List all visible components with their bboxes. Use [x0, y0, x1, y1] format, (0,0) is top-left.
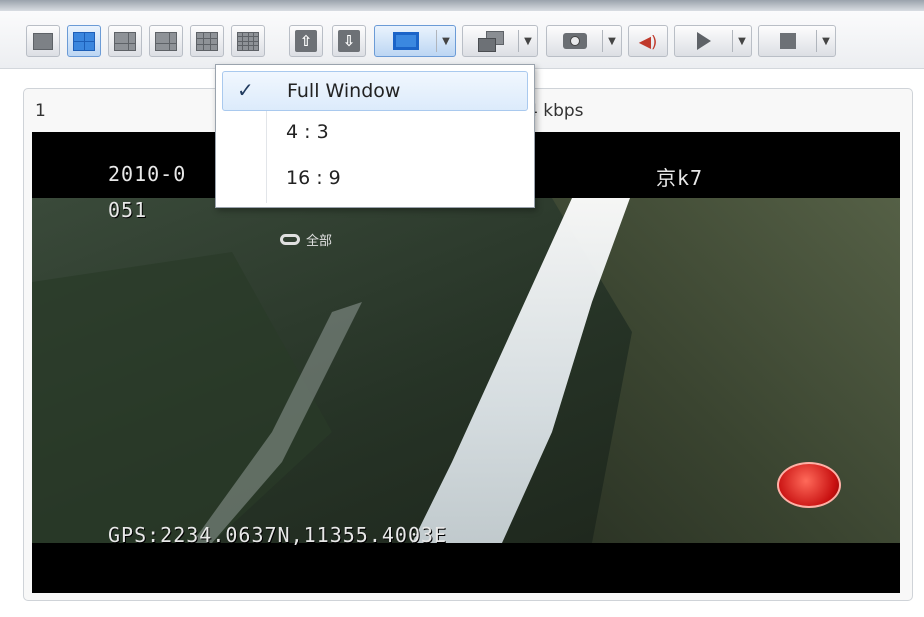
osd-gps: GPS:2234.0637N,11355.4003E	[108, 523, 448, 547]
loop-icon	[280, 234, 300, 245]
chevron-down-icon[interactable]: ▼	[519, 36, 537, 47]
menu-item-full-window[interactable]: ✓ Full Window	[222, 71, 528, 111]
layout-6-icon	[114, 31, 136, 51]
channel-logo-icon	[777, 462, 841, 508]
stop-icon	[779, 33, 796, 49]
osd-mode: 全部	[280, 230, 332, 249]
play-dropdown-button[interactable]: ▼	[674, 25, 752, 57]
play-icon	[696, 32, 711, 50]
window-top-border	[0, 0, 924, 11]
camera-icon	[562, 33, 587, 49]
arrow-down-icon: ⇩	[338, 30, 360, 52]
speaker-icon: ◀)	[638, 31, 658, 51]
layout-6-button[interactable]	[108, 25, 142, 57]
full-window-icon	[392, 32, 419, 50]
menu-item-4-3[interactable]: 4 : 3	[216, 113, 534, 153]
chevron-down-icon[interactable]: ▼	[603, 36, 621, 47]
chevron-down-icon[interactable]: ▼	[437, 36, 455, 47]
snapshot-dropdown-button[interactable]: ▼	[546, 25, 622, 57]
next-page-button[interactable]: ⇩	[332, 25, 366, 57]
layout-1-button[interactable]	[26, 25, 60, 57]
menu-item-16-9[interactable]: 16 : 9	[216, 159, 534, 199]
volume-button[interactable]: ◀)	[628, 25, 668, 57]
stop-dropdown-button[interactable]: ▼	[758, 25, 836, 57]
display-ratio-menu: ✓ Full Window 4 : 3 16 : 9	[215, 64, 535, 208]
layout-1-icon	[33, 32, 53, 50]
osd-date: 2010-0	[108, 162, 187, 186]
arrow-up-icon: ⇧	[295, 30, 317, 52]
check-icon: ✓	[237, 78, 254, 102]
osd-plate: 京k7	[656, 166, 704, 190]
layout-8-button[interactable]	[149, 25, 183, 57]
osd-channel: 051	[108, 198, 148, 222]
toolbar: ⇧ ⇩ ▼ ▼ ▼ ◀) ▼ ▼	[0, 11, 924, 69]
layout-4-button[interactable]	[67, 25, 101, 57]
menu-item-label: Full Window	[287, 80, 401, 102]
layout-4-icon	[73, 31, 95, 51]
menu-item-label: 16 : 9	[286, 167, 341, 189]
display-ratio-dropdown-button[interactable]: ▼	[374, 25, 456, 57]
layout-9-icon	[196, 31, 218, 51]
layout-9-button[interactable]	[190, 25, 224, 57]
chevron-down-icon[interactable]: ▼	[733, 36, 751, 47]
layout-16-button[interactable]	[231, 25, 265, 57]
window-mode-icon	[477, 31, 504, 52]
previous-page-button[interactable]: ⇧	[289, 25, 323, 57]
bitrate-label: 4 kbps	[527, 101, 584, 121]
chevron-down-icon[interactable]: ▼	[817, 36, 835, 47]
video-player-window: ⇧ ⇩ ▼ ▼ ▼ ◀) ▼ ▼ 1 4 kbps 2010-0 051 京k7…	[0, 0, 924, 617]
menu-item-label: 4 : 3	[286, 121, 329, 143]
layout-8-icon	[155, 31, 177, 51]
layout-16-icon	[237, 31, 259, 51]
window-mode-dropdown-button[interactable]: ▼	[462, 25, 538, 57]
channel-number: 1	[35, 101, 46, 121]
osd-mode-label: 全部	[306, 234, 333, 249]
